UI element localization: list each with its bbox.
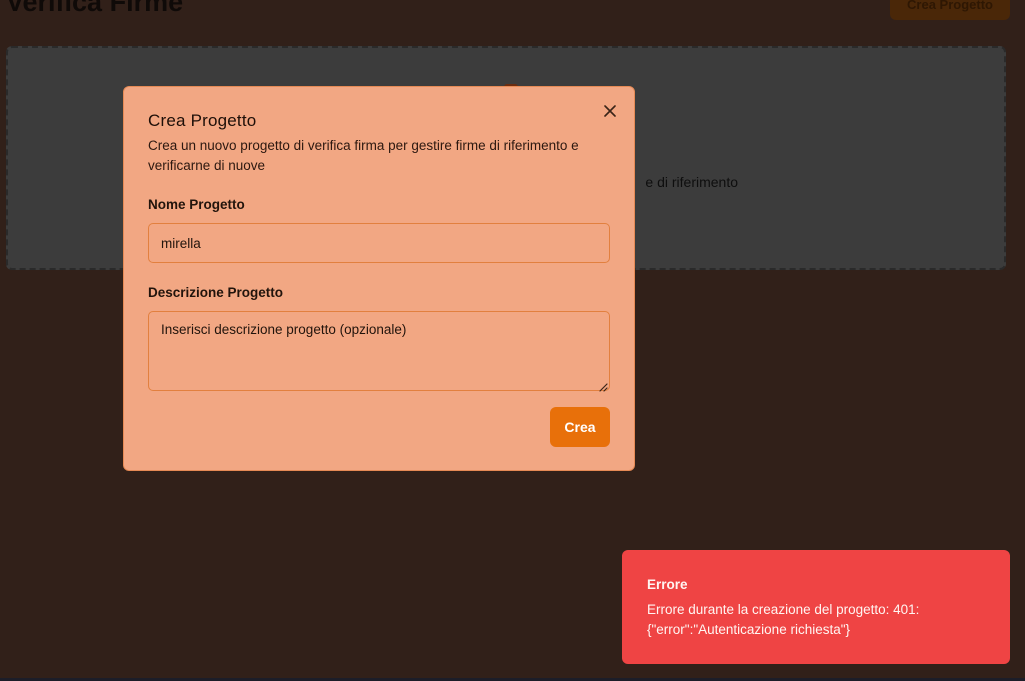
- toast-message: Errore durante la creazione del progetto…: [647, 602, 920, 637]
- toast-title: Errore: [647, 577, 688, 592]
- page-title: Verifica Firme: [6, 0, 184, 17]
- resize-handle-icon[interactable]: [598, 379, 608, 392]
- create-button[interactable]: Crea: [550, 407, 610, 447]
- create-project-dialog: Crea Progetto Crea un nuovo progetto di …: [123, 86, 635, 471]
- dialog-description: Crea un nuovo progetto di verifica firma…: [148, 138, 579, 173]
- project-description-textarea[interactable]: [148, 311, 610, 391]
- project-name-label: Nome Progetto: [148, 197, 245, 212]
- dialog-title: Crea Progetto: [148, 111, 257, 130]
- project-name-input[interactable]: [148, 223, 610, 263]
- create-project-header-button[interactable]: Crea Progetto: [890, 0, 1010, 20]
- project-description-label: Descrizione Progetto: [148, 285, 284, 300]
- close-icon[interactable]: [600, 101, 620, 121]
- error-toast[interactable]: Errore Errore durante la creazione del p…: [622, 550, 1010, 664]
